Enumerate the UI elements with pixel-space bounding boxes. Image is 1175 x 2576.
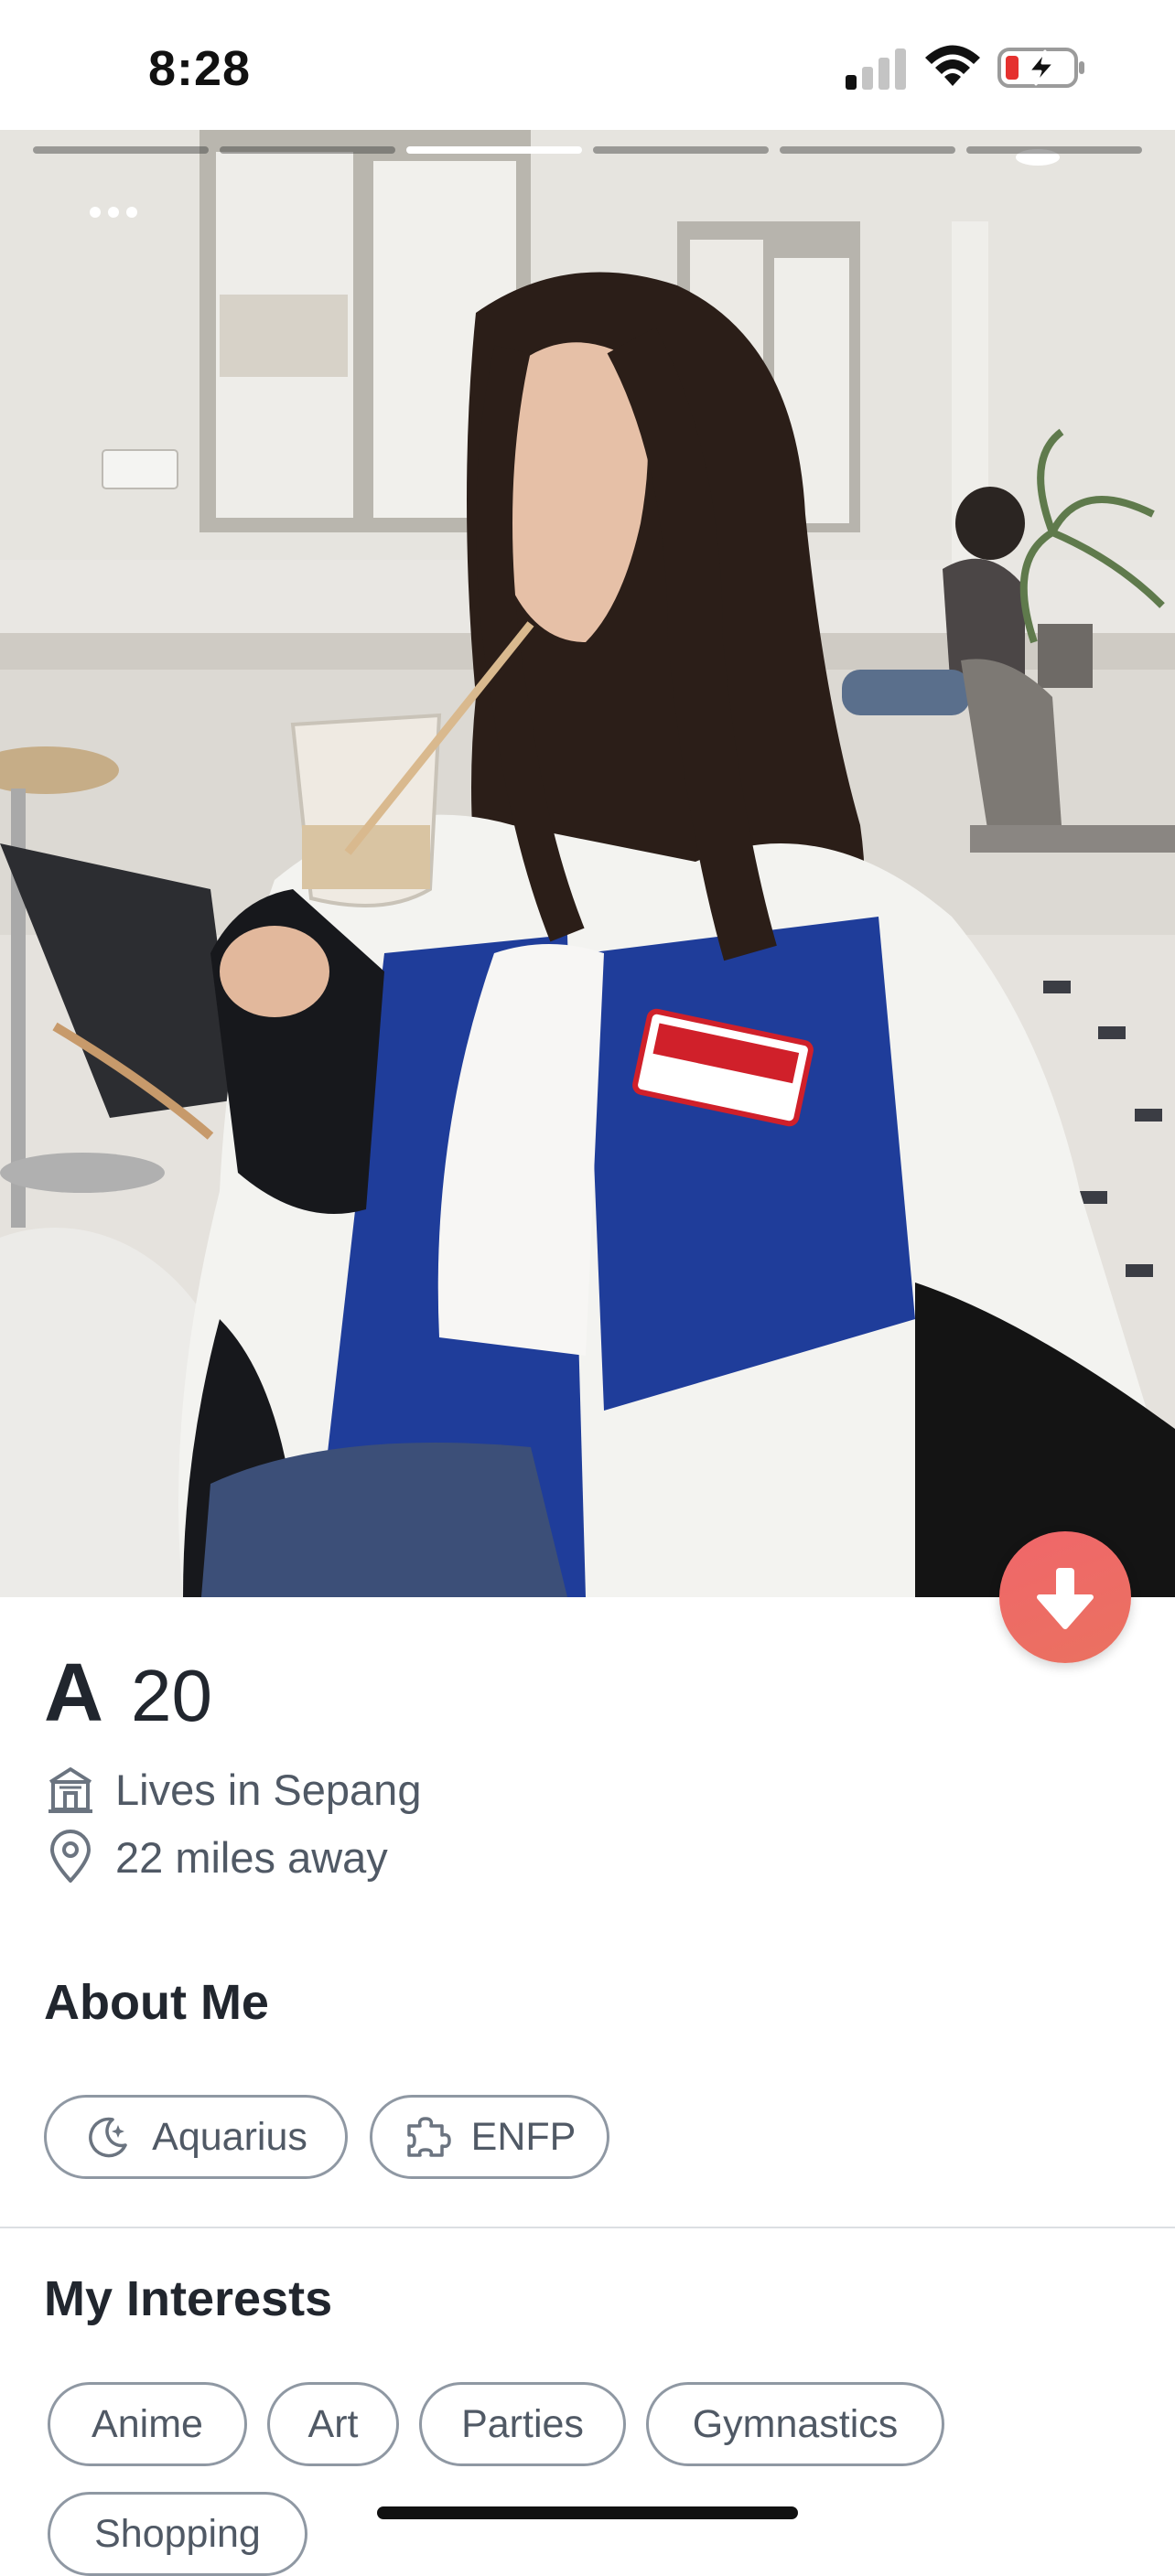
about-chip-enfp[interactable]: ENFP [370,2095,609,2179]
arrow-down-icon [1037,1568,1094,1629]
photo-progress-segment[interactable] [220,146,395,154]
chip-label: Gymnastics [692,2401,899,2446]
more-options-button[interactable] [77,185,150,240]
location-pin-icon [44,1830,97,1884]
my-interests-title: My Interests [44,2271,333,2326]
chip-label: Parties [461,2401,584,2446]
photo-progress-segment[interactable] [780,146,955,154]
photo-image [0,130,1175,1597]
chip-label: ENFP [470,2114,577,2159]
about-me-title: About Me [44,1975,269,2030]
status-time: 8:28 [148,41,252,96]
photo-progress-segment[interactable] [593,146,769,154]
about-chip-aquarius[interactable]: Aquarius [44,2095,348,2179]
interest-chip-shopping[interactable]: Shopping [48,2492,307,2576]
ellipsis-icon-dot [126,207,137,218]
lives-in-row: Lives in Sepang [44,1760,421,1819]
profile-name: A [44,1648,103,1739]
interest-chip-gymnastics[interactable]: Gymnastics [646,2382,944,2466]
section-divider [0,2227,1175,2228]
cellular-signal-icon [846,48,906,90]
chip-label: Aquarius [152,2114,307,2159]
photo-progress-segment-active[interactable] [406,146,582,154]
ellipsis-icon [90,207,101,218]
profile-age: 20 [131,1655,212,1736]
moon-stars-icon [84,2113,132,2161]
puzzle-piece-icon [404,2113,451,2161]
wifi-icon [925,45,980,86]
building-icon [44,1763,97,1816]
battery-charging-icon [997,48,1084,88]
photo-progress-segment[interactable] [33,146,209,154]
profile-photo[interactable] [0,130,1175,1597]
collapse-profile-button[interactable] [999,1531,1131,1663]
photo-progress-segment[interactable] [966,146,1142,154]
ellipsis-icon-dot [108,207,119,218]
chip-label: Anime [92,2401,203,2446]
chip-label: Art [307,2401,359,2446]
interest-chip-parties[interactable]: Parties [419,2382,626,2466]
chip-label: Shopping [94,2511,261,2556]
interest-chip-art[interactable]: Art [267,2382,399,2466]
home-indicator[interactable] [377,2506,798,2519]
name-age-row: A 20 [44,1647,212,1739]
photo-progress-bar [33,146,1142,154]
interest-chip-anime[interactable]: Anime [48,2382,247,2466]
distance-text: 22 miles away [115,1832,388,1882]
status-bar: 8:28 [0,0,1175,130]
lives-in-text: Lives in Sepang [115,1765,422,1814]
distance-row: 22 miles away [44,1828,388,1886]
